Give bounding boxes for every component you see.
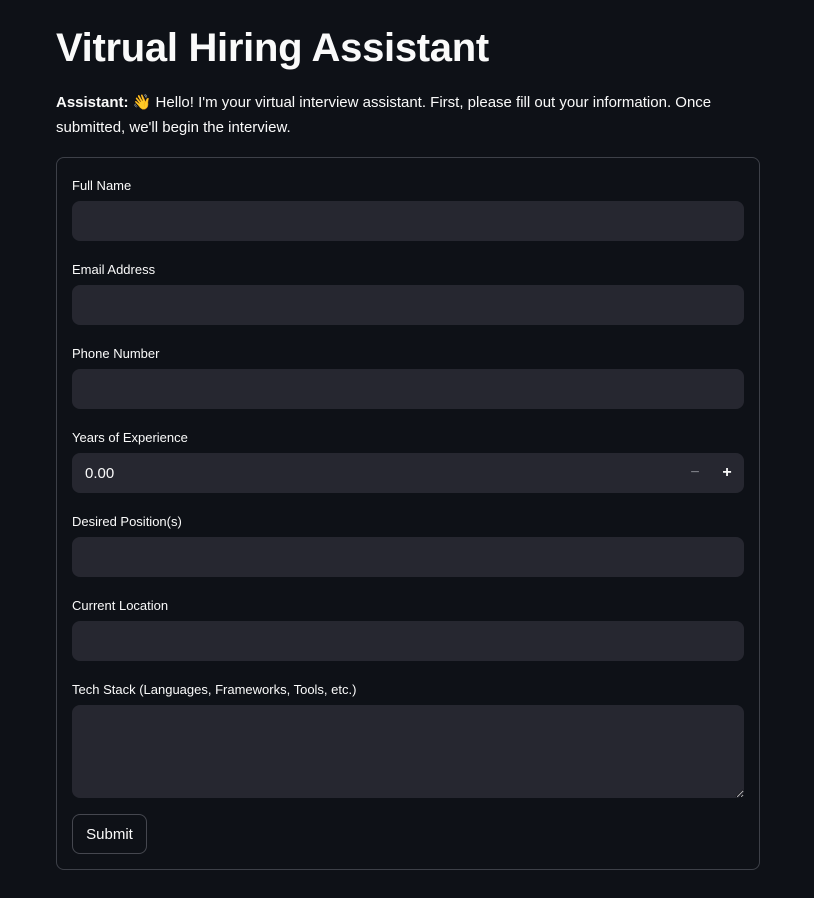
assistant-label: Assistant:	[56, 94, 129, 111]
candidate-info-form: Full Name Email Address Phone Number Yea…	[56, 157, 760, 870]
app-page: Vitrual Hiring Assistant Assistant: 👋 He…	[0, 0, 814, 898]
tech-stack-textarea[interactable]	[72, 705, 744, 798]
experience-label: Years of Experience	[72, 430, 188, 445]
full-name-label: Full Name	[72, 178, 132, 193]
decrement-button[interactable]: −	[679, 457, 711, 489]
full-name-input[interactable]	[72, 201, 744, 241]
email-label: Email Address	[72, 262, 156, 277]
position-input[interactable]	[72, 537, 744, 577]
location-label: Current Location	[72, 598, 169, 613]
assistant-message-text: Hello! I'm your virtual interview assist…	[56, 94, 712, 136]
location-input[interactable]	[72, 621, 744, 661]
email-input[interactable]	[72, 285, 744, 325]
experience-input[interactable]	[72, 453, 672, 493]
experience-number-field: − +	[72, 453, 744, 493]
increment-button[interactable]: +	[711, 457, 743, 489]
tech-stack-label: Tech Stack (Languages, Frameworks, Tools…	[72, 682, 357, 697]
wave-emoji-icon: 👋	[132, 94, 152, 111]
assistant-message: Assistant: 👋 Hello! I'm your virtual int…	[56, 90, 756, 140]
phone-label: Phone Number	[72, 346, 160, 361]
page-title: Vitrual Hiring Assistant	[56, 26, 489, 70]
position-label: Desired Position(s)	[72, 514, 182, 529]
submit-button[interactable]: Submit	[72, 814, 147, 854]
phone-input[interactable]	[72, 369, 744, 409]
